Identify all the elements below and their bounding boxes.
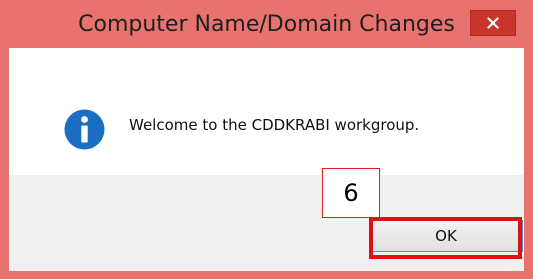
info-icon (64, 109, 105, 150)
close-icon (487, 17, 499, 29)
message-area: Welcome to the CDDKRABI workgroup. (9, 48, 524, 175)
dialog-title: Computer Name/Domain Changes (78, 12, 455, 37)
annotation-highlight-box (369, 217, 522, 259)
close-button[interactable] (470, 10, 516, 36)
dialog-message: Welcome to the CDDKRABI workgroup. (129, 116, 420, 134)
annotation-step-number: 6 (322, 168, 380, 218)
title-bar: Computer Name/Domain Changes (0, 0, 533, 48)
